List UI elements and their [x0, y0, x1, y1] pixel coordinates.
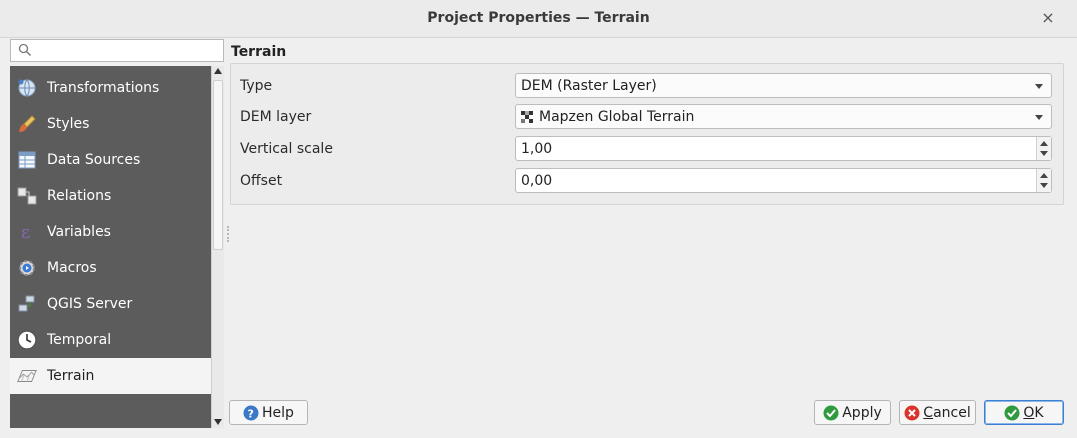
help-label: Help	[262, 404, 294, 421]
sidebar-item-label: QGIS Server	[47, 296, 133, 312]
offset-label: Offset	[240, 173, 283, 189]
clock-icon	[16, 329, 38, 351]
spin-up-icon[interactable]	[1040, 141, 1048, 146]
dem-layer-value: Mapzen Global Terrain	[539, 108, 695, 125]
gear-play-icon	[16, 257, 38, 279]
search-input[interactable]	[10, 39, 224, 62]
type-label: Type	[240, 78, 273, 94]
window-title: Project Properties — Terrain	[427, 10, 650, 26]
check-icon	[1004, 405, 1020, 420]
table-icon	[16, 149, 38, 171]
server-icon	[16, 293, 38, 315]
sidebar-item-label: Temporal	[47, 332, 112, 348]
relations-icon	[16, 185, 38, 207]
vertical-scale-value: 1,00	[521, 140, 553, 157]
cancel-label: Cancel	[923, 404, 971, 421]
spin-buttons[interactable]	[1036, 169, 1051, 192]
terrain-icon	[16, 365, 38, 387]
help-button[interactable]: ? Help	[229, 400, 308, 425]
scroll-down-arrow-icon[interactable]	[214, 419, 222, 425]
type-combobox[interactable]: DEM (Raster Layer)	[515, 73, 1052, 98]
dem-layer-combobox[interactable]: Mapzen Global Terrain	[515, 104, 1052, 129]
scroll-thumb[interactable]	[213, 80, 223, 250]
sidebar-item-transformations[interactable]: Transformations	[10, 70, 211, 106]
sidebar-item-temporal[interactable]: Temporal	[10, 322, 211, 358]
offset-value: 0,00	[521, 172, 553, 189]
offset-spinbox[interactable]: 0,00	[515, 168, 1052, 193]
spin-buttons[interactable]	[1036, 137, 1051, 160]
sidebar-item-qgis-server[interactable]: QGIS Server	[10, 286, 211, 322]
type-value: DEM (Raster Layer)	[521, 77, 657, 94]
svg-text:ε: ε	[21, 222, 30, 242]
section-title: Terrain	[231, 44, 287, 60]
sidebar-item-terrain[interactable]: Terrain	[10, 358, 211, 394]
search-icon	[18, 43, 32, 57]
vertical-scale-spinbox[interactable]: 1,00	[515, 136, 1052, 161]
vertical-scale-label: Vertical scale	[240, 141, 333, 157]
sidebar-item-data-sources[interactable]: Data Sources	[10, 142, 211, 178]
cancel-button[interactable]: Cancel	[899, 400, 976, 425]
raster-layer-icon	[521, 110, 533, 123]
spin-down-icon[interactable]	[1040, 151, 1048, 156]
chevron-down-icon	[1035, 115, 1043, 120]
globe-transform-icon	[16, 77, 38, 99]
scroll-up-arrow-icon[interactable]	[214, 68, 222, 74]
sidebar-item-label: Data Sources	[47, 152, 141, 168]
paintbrush-icon	[16, 113, 38, 135]
sidebar: Transformations Styles Data Sources Rela…	[10, 66, 211, 428]
epsilon-icon: ε	[16, 221, 38, 243]
cancel-icon	[904, 405, 920, 420]
chevron-down-icon	[1035, 84, 1043, 89]
svg-text:?: ?	[248, 407, 254, 420]
sidebar-item-label: Styles	[47, 116, 90, 132]
sidebar-item-relations[interactable]: Relations	[10, 178, 211, 214]
spin-down-icon[interactable]	[1040, 183, 1048, 188]
apply-label: Apply	[842, 404, 882, 421]
ok-label: OK	[1023, 404, 1044, 421]
dem-layer-label: DEM layer	[240, 109, 312, 125]
sidebar-item-label: Macros	[47, 260, 97, 276]
ok-button[interactable]: OK	[984, 400, 1064, 425]
help-icon: ?	[243, 405, 259, 420]
splitter-handle[interactable]	[227, 226, 229, 242]
sidebar-item-styles[interactable]: Styles	[10, 106, 211, 142]
sidebar-item-label: Relations	[47, 188, 112, 204]
spin-up-icon[interactable]	[1040, 173, 1048, 178]
sidebar-item-variables[interactable]: ε Variables	[10, 214, 211, 250]
sidebar-scrollbar[interactable]	[211, 66, 224, 428]
sidebar-item-label: Terrain	[47, 368, 95, 384]
sidebar-item-macros[interactable]: Macros	[10, 250, 211, 286]
check-icon	[823, 405, 839, 420]
sidebar-item-label: Transformations	[47, 80, 160, 96]
close-icon[interactable]: ×	[1039, 9, 1057, 27]
apply-button[interactable]: Apply	[814, 400, 891, 425]
title-bar: Project Properties — Terrain ×	[0, 0, 1077, 38]
sidebar-item-label: Variables	[47, 224, 111, 240]
